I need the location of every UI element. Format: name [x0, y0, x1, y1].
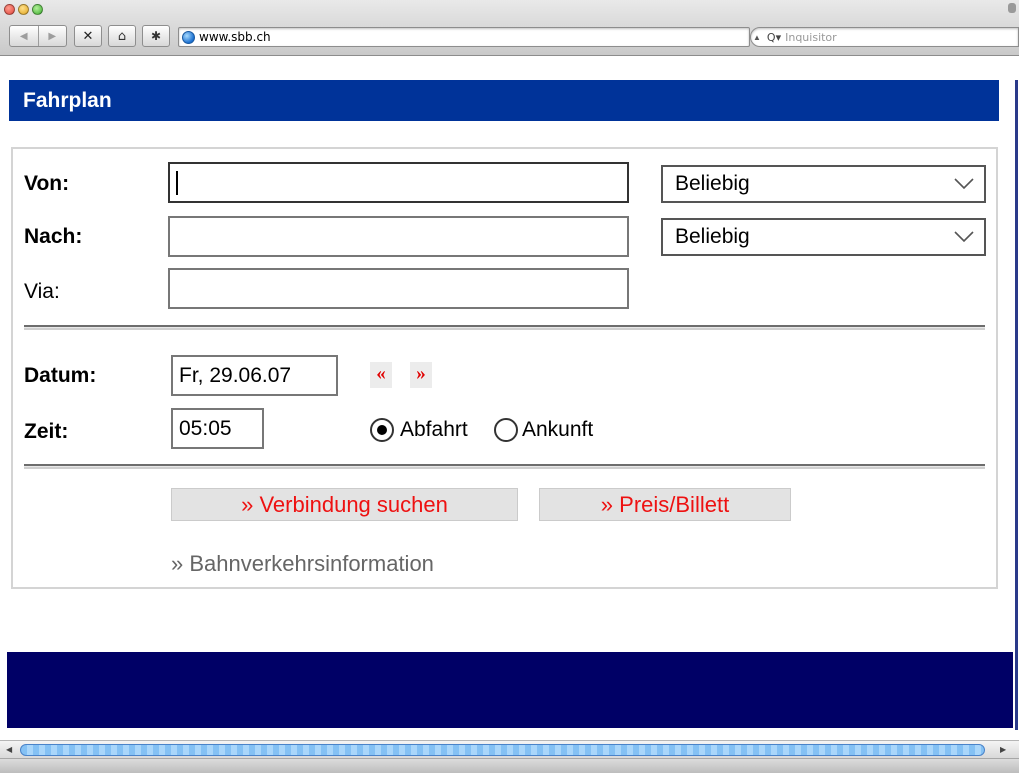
globe-icon [182, 30, 195, 44]
search-placeholder: Inquisitor [785, 30, 837, 44]
from-input[interactable] [168, 162, 629, 203]
departure-radio[interactable] [370, 418, 394, 442]
section-divider [24, 464, 985, 469]
from-station-type-select[interactable]: Beliebig [661, 165, 986, 203]
chevron-down-icon [954, 231, 974, 243]
toolbar-toggle-icon[interactable] [1008, 3, 1016, 13]
stop-icon: ✕ [82, 28, 94, 44]
price-ticket-button[interactable]: » Preis/Billett [539, 488, 791, 521]
to-select-value: Beliebig [675, 225, 750, 248]
next-day-button[interactable]: » [410, 362, 432, 388]
date-input[interactable]: Fr, 29.06.07 [171, 355, 338, 396]
browser-toolbar: ◀ ▶ ✕ ⌂ ✱ www.sbb.ch ▲ Q▾ Inquisitor [0, 0, 1019, 56]
scroll-right-icon[interactable]: ▶ [1000, 745, 1006, 754]
search-field[interactable]: ▲ Q▾ Inquisitor [750, 27, 1019, 47]
zoom-window-icon[interactable] [32, 4, 43, 15]
previous-day-button[interactable]: « [370, 362, 392, 388]
search-icon[interactable]: Q▾ [767, 31, 781, 44]
text-caret [176, 171, 178, 195]
url-text[interactable]: www.sbb.ch [199, 30, 271, 44]
stop-button[interactable]: ✕ [74, 25, 102, 47]
horizontal-scrollbar[interactable]: ◀ ▶ [0, 740, 1019, 758]
from-select-value: Beliebig [675, 172, 750, 195]
scrollbar-thumb[interactable] [20, 744, 985, 756]
timetable-form [11, 147, 998, 589]
bug-report-button[interactable]: ✱ [142, 25, 170, 47]
page-edge-line [1015, 80, 1018, 730]
radio-selected-dot [377, 425, 387, 435]
time-label: Zeit: [24, 420, 69, 443]
page-footer [7, 652, 1013, 728]
address-history-icon[interactable]: ▲ [753, 33, 761, 42]
home-button[interactable]: ⌂ [108, 25, 136, 47]
back-arrow-icon[interactable]: ◀ [10, 31, 38, 42]
close-window-icon[interactable] [4, 4, 15, 15]
from-label: Von: [24, 172, 70, 195]
page-title: Fahrplan [9, 80, 999, 121]
to-input[interactable] [168, 216, 629, 257]
via-input[interactable] [168, 268, 629, 309]
forward-arrow-icon[interactable]: ▶ [39, 31, 67, 42]
to-station-type-select[interactable]: Beliebig [661, 218, 986, 256]
via-label: Via: [24, 280, 60, 303]
scroll-left-icon[interactable]: ◀ [6, 745, 12, 754]
departure-label[interactable]: Abfahrt [400, 418, 468, 442]
arrival-label[interactable]: Ankunft [522, 418, 593, 442]
bug-icon: ✱ [150, 29, 162, 43]
to-label: Nach: [24, 225, 83, 248]
chevron-down-icon [954, 178, 974, 190]
rail-traffic-info-link[interactable]: » Bahnverkehrsinformation [171, 551, 434, 577]
date-label: Datum: [24, 364, 97, 387]
arrival-radio[interactable] [494, 418, 518, 442]
section-divider [24, 325, 985, 330]
search-connection-button[interactable]: » Verbindung suchen [171, 488, 518, 521]
back-forward-buttons: ◀ ▶ [9, 25, 67, 47]
status-bar [0, 758, 1019, 773]
window-controls [4, 4, 43, 15]
minimize-window-icon[interactable] [18, 4, 29, 15]
address-bar[interactable]: www.sbb.ch [178, 27, 750, 47]
home-icon: ⌂ [117, 28, 127, 44]
time-input[interactable]: 05:05 [171, 408, 264, 449]
